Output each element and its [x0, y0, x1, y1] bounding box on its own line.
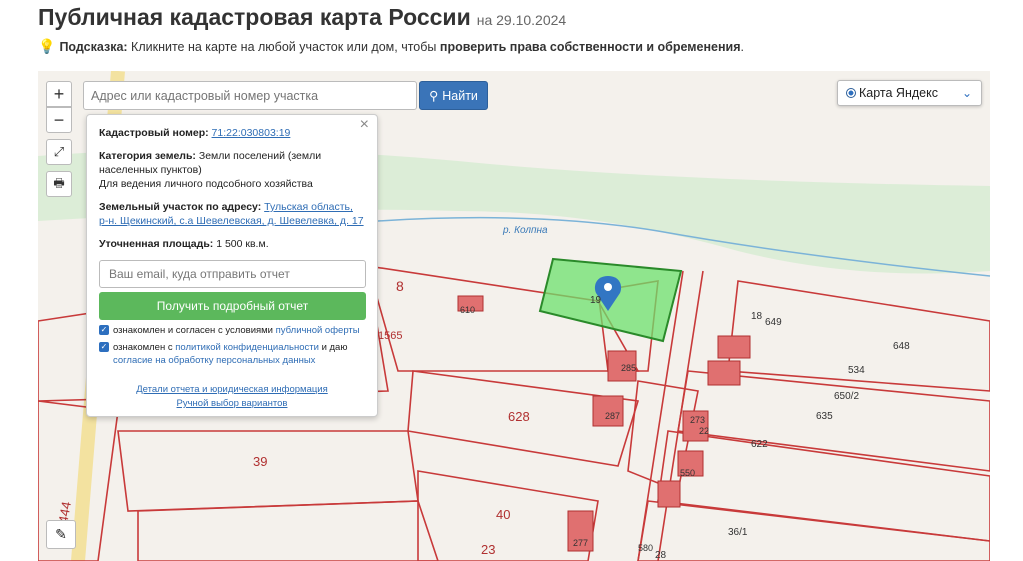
pin-dot — [604, 283, 612, 291]
zoom-out-button[interactable]: − — [46, 107, 72, 133]
cadastral-map[interactable]: р. Колпна 19 18 649 648 534 650/2 635 62… — [38, 71, 990, 561]
plot-label-1565: 1565 — [378, 330, 402, 342]
email-field[interactable]: Ваш email, куда отправить отчет — [99, 260, 366, 288]
plot-label-610: 610 — [460, 305, 475, 315]
search-button[interactable]: ⚲ Найти — [419, 81, 488, 110]
area-value: 1 500 кв.м. — [216, 238, 269, 250]
plot-label-8: 8 — [396, 278, 404, 294]
land-category-label: Категория земель: — [99, 150, 196, 162]
plot-label-36: 36/1 — [728, 527, 748, 538]
hint-text: Кликните на карте на любой участок или д… — [131, 39, 437, 54]
plot-label-18: 18 — [751, 311, 763, 322]
expand-icon: ⤢ — [53, 144, 65, 159]
get-report-button[interactable]: Получить подробный отчет — [99, 292, 366, 320]
plot-label-622: 622 — [751, 439, 768, 450]
agree-privacy-text2: и даю — [321, 342, 348, 353]
area-label: Уточненная площадь: — [99, 238, 214, 250]
plot-label-649: 649 — [765, 317, 782, 328]
plot-label-19: 19 — [590, 295, 602, 306]
plot-label-39: 39 — [253, 454, 267, 469]
checkbox-checked-icon: ✓ — [99, 325, 109, 335]
agree-offer-checkbox[interactable]: ✓ ознакомлен и согласен с условиями публ… — [99, 324, 365, 337]
hint-bold: проверить права собственности и обремене… — [439, 39, 741, 54]
cadastral-number-label: Кадастровый номер: — [99, 127, 209, 139]
plot-label-285: 285 — [621, 363, 636, 373]
cadastral-number-row: Кадастровый номер: 71:22:030803:19 — [99, 126, 365, 140]
hint-bar: 💡 Подсказка: Кликните на карте на любой … — [38, 38, 744, 55]
agree-offer-text: ознакомлен и согласен с условиями — [113, 325, 273, 336]
plot-label-650: 650/2 — [834, 391, 859, 402]
area-row: Уточненная площадь: 1 500 кв.м. — [99, 237, 365, 251]
plot-label-628: 628 — [508, 409, 530, 424]
details-link[interactable]: Детали отчета и юридическая информация — [136, 384, 328, 395]
agree-privacy-text: ознакомлен с — [113, 342, 173, 353]
search-icon: ⚲ — [429, 89, 439, 103]
plot-label-277: 277 — [573, 538, 588, 548]
land-use-value: Для ведения личного подсобного хозяйства — [99, 178, 313, 190]
plot-label-648: 648 — [893, 341, 910, 352]
print-button[interactable]: 🖶 — [46, 171, 72, 197]
offer-link[interactable]: публичной оферты — [276, 325, 360, 336]
edit-button[interactable]: ✎ — [46, 520, 76, 549]
manual-select-link[interactable]: Ручной выбор вариантов — [177, 398, 288, 409]
plot-label-28: 28 — [655, 550, 667, 561]
parcel-info-popup: × Кадастровый номер: 71:22:030803:19 Кат… — [86, 114, 378, 417]
zoom-in-button[interactable]: + — [46, 81, 72, 107]
chevron-down-icon: ⌄ — [961, 86, 972, 100]
land-category-row: Категория земель: Земли поселений (земли… — [99, 149, 365, 191]
consent-link[interactable]: согласие на обработку персональных данны… — [113, 355, 315, 366]
plot-label-550: 550 — [680, 468, 695, 478]
privacy-link[interactable]: политикой конфиденциальности — [175, 342, 319, 353]
address-label: Земельный участок по адресу: — [99, 201, 262, 213]
river-label: р. Колпна — [502, 225, 548, 236]
popup-footer-links: Детали отчета и юридическая информация Р… — [99, 383, 365, 411]
checkbox-checked-icon: ✓ — [99, 342, 109, 352]
plot-label-22: 22 — [699, 426, 709, 436]
page-header: Публичная кадастровая карта России на 29… — [38, 4, 566, 34]
plot-label-287: 287 — [605, 411, 620, 421]
plot-label-635: 635 — [816, 411, 833, 422]
pencil-icon: ✎ — [55, 526, 67, 542]
plot-label-534: 534 — [848, 365, 865, 376]
address-row: Земельный участок по адресу: Тульская об… — [99, 200, 365, 228]
plot-label-40: 40 — [496, 507, 510, 522]
page-title: Публичная кадастровая карта России — [38, 4, 471, 30]
close-icon[interactable]: × — [360, 117, 369, 133]
plot-label-273: 273 — [690, 415, 705, 425]
plot-label-23: 23 — [481, 542, 495, 557]
hint-end: . — [740, 39, 745, 54]
search-button-label: Найти — [442, 88, 478, 103]
lightbulb-icon: 💡 — [38, 38, 56, 54]
hint-label: Подсказка: — [59, 39, 128, 54]
radio-icon — [846, 88, 856, 98]
fullscreen-button[interactable]: ⤢ — [46, 139, 72, 165]
plot-label-580: 580 — [638, 543, 653, 553]
printer-icon: 🖶 — [53, 175, 65, 190]
map-date: на 29.10.2024 — [476, 12, 567, 28]
search-input[interactable] — [83, 81, 417, 110]
agree-privacy-checkbox[interactable]: ✓ ознакомлен с политикой конфиденциально… — [99, 341, 365, 367]
map-layer-select[interactable]: Карта Яндекс ⌄ — [837, 80, 982, 106]
map-layer-label: Карта Яндекс — [859, 86, 938, 100]
cadastral-number-link[interactable]: 71:22:030803:19 — [212, 127, 291, 139]
